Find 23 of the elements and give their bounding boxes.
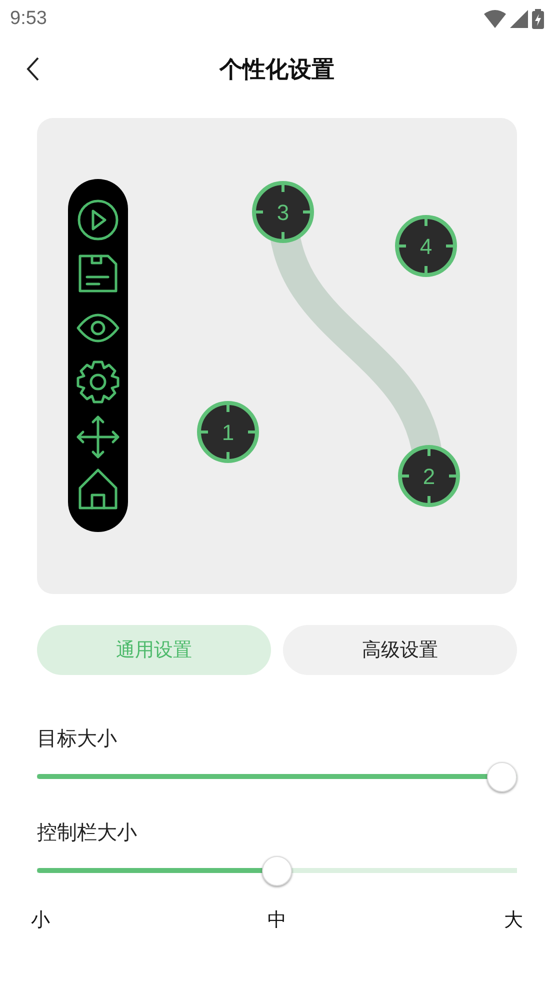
- settings-icon[interactable]: [76, 360, 120, 404]
- slider-label: 控制栏大小: [37, 819, 138, 846]
- save-icon[interactable]: [78, 254, 118, 292]
- scale-label: 中: [268, 908, 286, 933]
- settings-tab[interactable]: 高级设置: [283, 625, 517, 675]
- battery-icon: [532, 9, 544, 29]
- scale-label: 小: [31, 908, 50, 933]
- slider-label: 目标大小: [37, 725, 118, 752]
- target-marker[interactable]: 2: [398, 445, 460, 507]
- play-icon[interactable]: [78, 200, 118, 240]
- slider-thumb[interactable]: [487, 762, 517, 792]
- move-icon[interactable]: [76, 416, 120, 458]
- target-marker[interactable]: 4: [395, 215, 457, 277]
- home-icon[interactable]: [78, 468, 118, 510]
- target-marker[interactable]: 1: [197, 401, 259, 463]
- wifi-icon: [484, 10, 506, 28]
- eye-icon[interactable]: [76, 314, 120, 342]
- status-time: 9:53: [10, 8, 47, 30]
- slider-thumb[interactable]: [262, 856, 292, 886]
- signal-icon: [510, 10, 528, 28]
- page-title: 个性化设置: [220, 56, 334, 84]
- scale-label: 大: [504, 908, 523, 933]
- target-marker[interactable]: 3: [252, 181, 314, 243]
